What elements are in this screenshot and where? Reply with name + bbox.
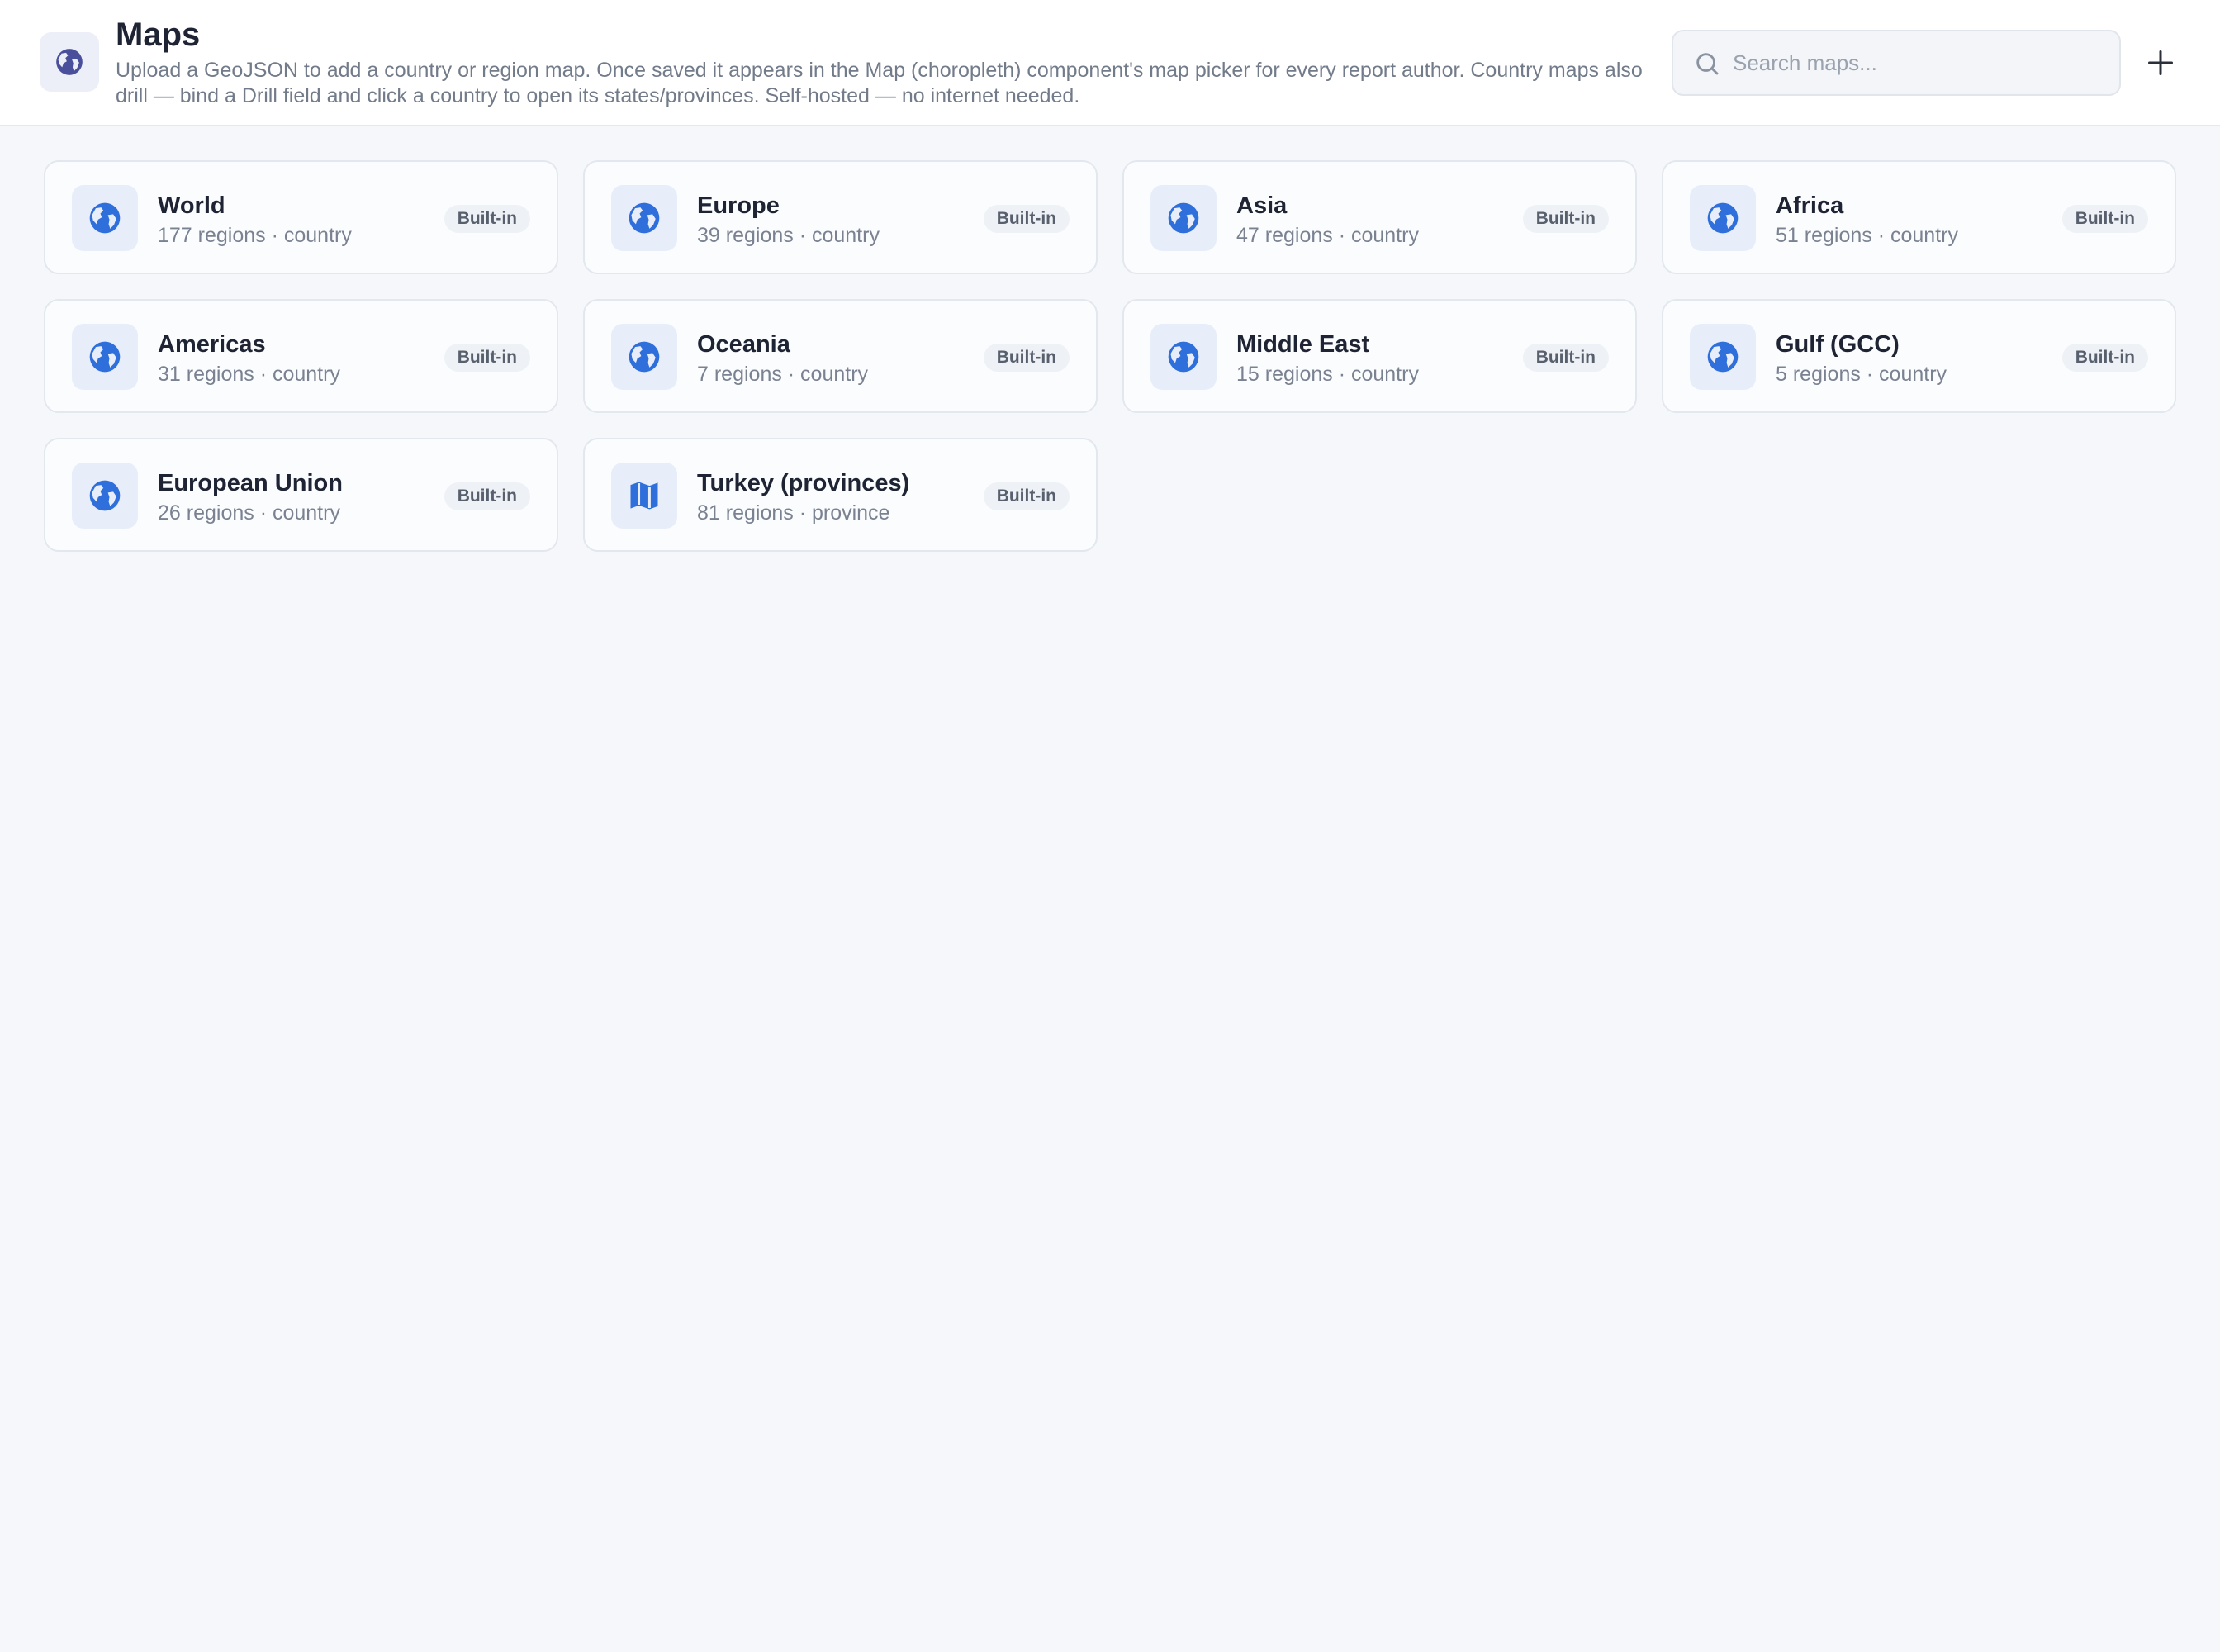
map-card-name: European Union xyxy=(158,470,343,496)
search-input[interactable] xyxy=(1733,41,2104,84)
map-card-name: Oceania xyxy=(697,331,790,358)
map-card-world[interactable]: World 177 regions · country Built-in xyxy=(44,160,558,274)
map-card-middle-east[interactable]: Middle East 15 regions · country Built-i… xyxy=(1122,299,1637,413)
map-card-subtitle: 7 regions · country xyxy=(697,363,869,386)
built-in-badge: Built-in xyxy=(1522,344,1609,372)
built-in-badge: Built-in xyxy=(2061,205,2148,233)
built-in-badge: Built-in xyxy=(444,344,530,372)
built-in-badge: Built-in xyxy=(444,482,530,510)
map-card-europe[interactable]: Europe 39 regions · country Built-in xyxy=(583,160,1098,274)
map-card-subtitle: 26 regions · country xyxy=(158,501,340,525)
globe-icon xyxy=(1690,324,1756,390)
page-title: Maps xyxy=(116,17,201,53)
globe-icon xyxy=(40,32,99,92)
map-card-name: Turkey (provinces) xyxy=(697,470,910,496)
built-in-badge: Built-in xyxy=(983,482,1070,510)
map-card-name: Asia xyxy=(1236,192,1288,219)
search-box[interactable] xyxy=(1672,30,2121,96)
search-icon xyxy=(1696,53,1719,75)
map-card-name: Middle East xyxy=(1236,331,1370,358)
map-card-name: Europe xyxy=(697,192,780,219)
map-card-americas[interactable]: Americas 31 regions · country Built-in xyxy=(44,299,558,413)
built-in-badge: Built-in xyxy=(983,205,1070,233)
globe-icon xyxy=(72,463,138,529)
map-card-subtitle: 39 regions · country xyxy=(697,224,880,247)
globe-icon xyxy=(1150,185,1217,251)
globe-icon xyxy=(1690,185,1756,251)
page-header: Maps Upload a GeoJSON to add a country o… xyxy=(0,0,2220,126)
map-card-name: Africa xyxy=(1776,192,1844,219)
map-card-turkey-provinces[interactable]: Turkey (provinces) 81 regions · province… xyxy=(583,438,1098,552)
map-card-subtitle: 81 regions · province xyxy=(697,501,890,525)
map-card-european-union[interactable]: European Union 26 regions · country Buil… xyxy=(44,438,558,552)
map-card-africa[interactable]: Africa 51 regions · country Built-in xyxy=(1662,160,2176,274)
map-card-gulf-gcc[interactable]: Gulf (GCC) 5 regions · country Built-in xyxy=(1662,299,2176,413)
globe-icon xyxy=(611,324,677,390)
built-in-badge: Built-in xyxy=(1522,205,1609,233)
plus-icon xyxy=(2148,50,2173,75)
map-card-name: Americas xyxy=(158,331,266,358)
map-card-subtitle: 47 regions · country xyxy=(1236,224,1419,247)
built-in-badge: Built-in xyxy=(444,205,530,233)
globe-icon xyxy=(72,324,138,390)
map-card-subtitle: 5 regions · country xyxy=(1776,363,1947,386)
map-card-oceania[interactable]: Oceania 7 regions · country Built-in xyxy=(583,299,1098,413)
map-card-subtitle: 177 regions · country xyxy=(158,224,352,247)
built-in-badge: Built-in xyxy=(2061,344,2148,372)
globe-icon xyxy=(1150,324,1217,390)
map-card-subtitle: 15 regions · country xyxy=(1236,363,1419,386)
map-card-subtitle: 51 regions · country xyxy=(1776,224,1958,247)
maps-grid: World 177 regions · country Built-in Eur… xyxy=(44,160,2176,552)
built-in-badge: Built-in xyxy=(983,344,1070,372)
map-card-subtitle: 31 regions · country xyxy=(158,363,340,386)
page-description: Upload a GeoJSON to add a country or reg… xyxy=(116,59,1643,107)
folded-map-icon xyxy=(611,463,677,529)
map-card-asia[interactable]: Asia 47 regions · country Built-in xyxy=(1122,160,1637,274)
map-card-name: World xyxy=(158,192,225,219)
add-map-button[interactable] xyxy=(2134,36,2187,89)
globe-icon xyxy=(611,185,677,251)
globe-icon xyxy=(72,185,138,251)
map-card-name: Gulf (GCC) xyxy=(1776,331,1900,358)
